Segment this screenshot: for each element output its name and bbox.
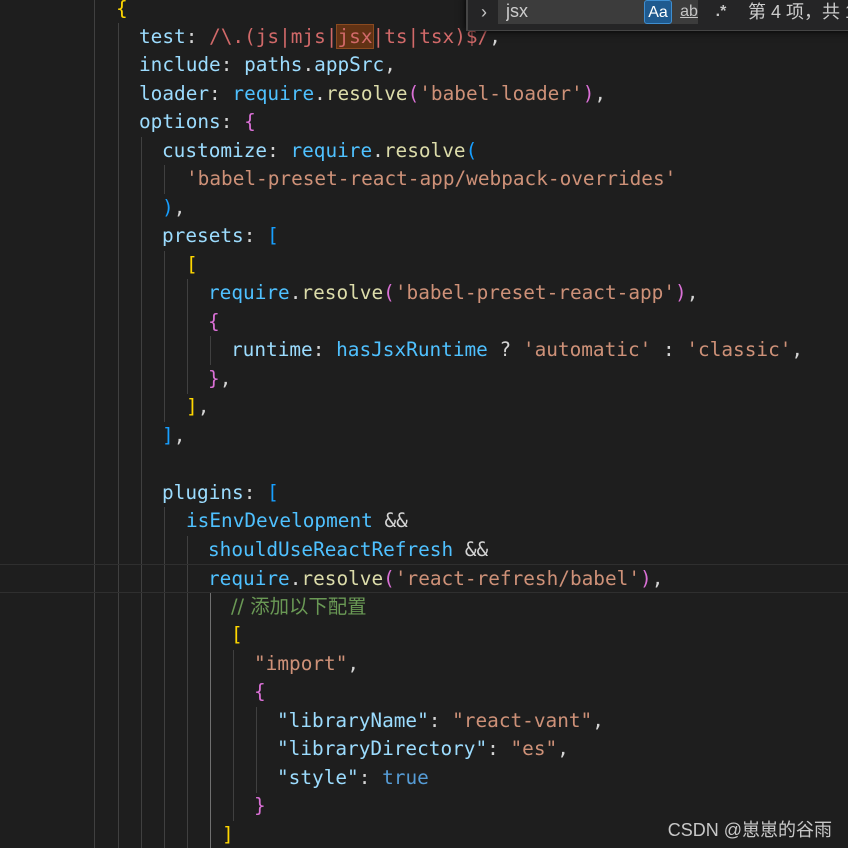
code-line-current: require.resolve('react-refresh/babel'), [0,564,848,593]
code-line: "libraryDirectory": "es", [0,735,848,764]
code-line: plugins: [ [0,479,848,508]
watermark: CSDN @崽崽的谷雨 [667,820,832,840]
code-line: loader: require.resolve('babel-loader'), [0,80,848,109]
code-line: runtime: hasJsxRuntime ? 'automatic' : '… [0,336,848,365]
code-line: [ [0,251,848,280]
use-regex-button[interactable]: .* [708,0,734,24]
search-match-highlight: jsx [336,24,374,49]
code-line: customize: require.resolve( [0,137,848,166]
code-line: ), [0,194,848,223]
code-line: // 添加以下配置 [0,593,848,622]
code-line: { [0,678,848,707]
code-line: { [0,308,848,337]
code-line: [ [0,621,848,650]
code-editor[interactable]: { test: /\.(js|mjs|jsx|ts|tsx)$/, includ… [0,0,848,848]
match-count: 第 4 项，共 1 [748,2,848,22]
code-line: presets: [ [0,222,848,251]
code-line: "libraryName": "react-vant", [0,707,848,736]
code-line: 'babel-preset-react-app/webpack-override… [0,165,848,194]
code-line: options: { [0,108,848,137]
code-line: isEnvDevelopment && [0,507,848,536]
code-line: "import", [0,650,848,679]
match-whole-word-button[interactable]: ab [676,0,702,24]
code-line [0,450,848,479]
code-line: "style": true [0,764,848,793]
match-case-button[interactable]: Aa [644,0,672,24]
code-line: ], [0,393,848,422]
code-line: shouldUseReactRefresh && [0,536,848,565]
code-line: }, [0,365,848,394]
code-line: ], [0,422,848,451]
find-widget: › Aa ab .* 第 4 项，共 1 [466,0,848,31]
code-line: include: paths.appSrc, [0,51,848,80]
toggle-replace-chevron-icon[interactable]: › [474,0,494,24]
code-line: require.resolve('babel-preset-react-app'… [0,279,848,308]
